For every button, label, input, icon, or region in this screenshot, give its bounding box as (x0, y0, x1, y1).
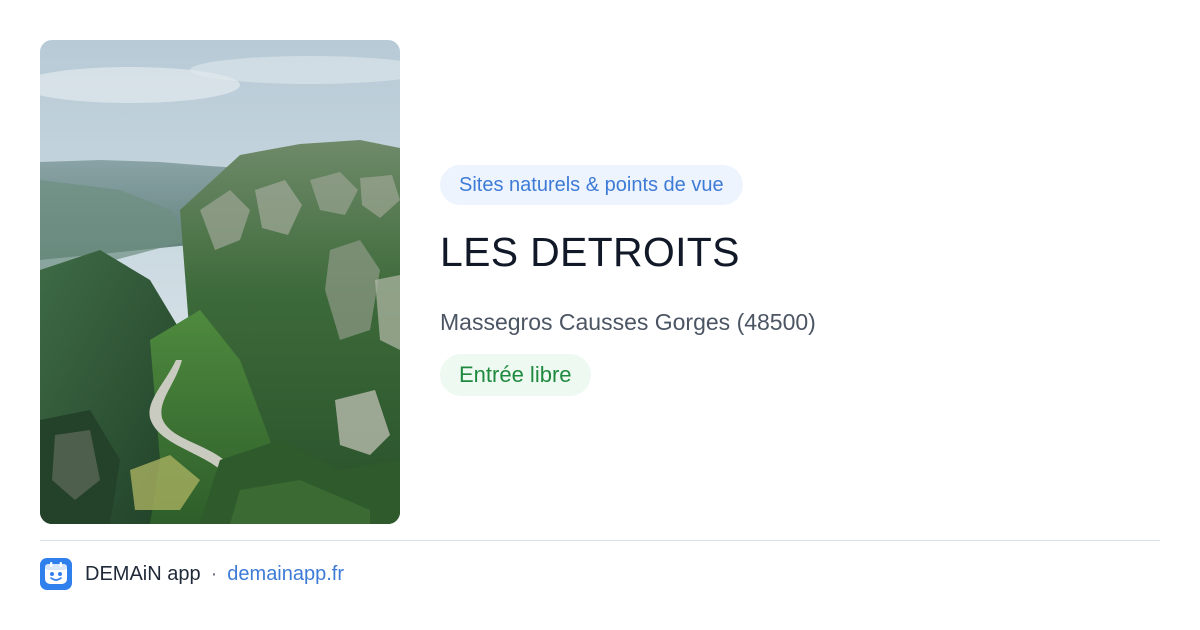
place-photo (40, 40, 400, 524)
access-badge: Entrée libre (440, 354, 591, 396)
place-title: LES DETROITS (440, 229, 740, 275)
place-location: Massegros Causses Gorges (48500) (440, 309, 816, 335)
app-name: DEMAiN app (85, 562, 201, 585)
category-badge[interactable]: Sites naturels & points de vue (440, 165, 743, 205)
app-logo-icon (40, 558, 72, 590)
footer: DEMAiN app · demainapp.fr (40, 558, 344, 590)
app-logo-glyph (45, 562, 67, 584)
app-url-link[interactable]: demainapp.fr (227, 563, 344, 586)
gorge-landscape-photo (40, 40, 400, 524)
footer-separator: · (210, 562, 218, 585)
place-info: Sites naturels & points de vue LES DETRO… (440, 165, 1160, 396)
share-card: Sites naturels & points de vue LES DETRO… (0, 0, 1200, 630)
footer-divider (40, 540, 1160, 541)
